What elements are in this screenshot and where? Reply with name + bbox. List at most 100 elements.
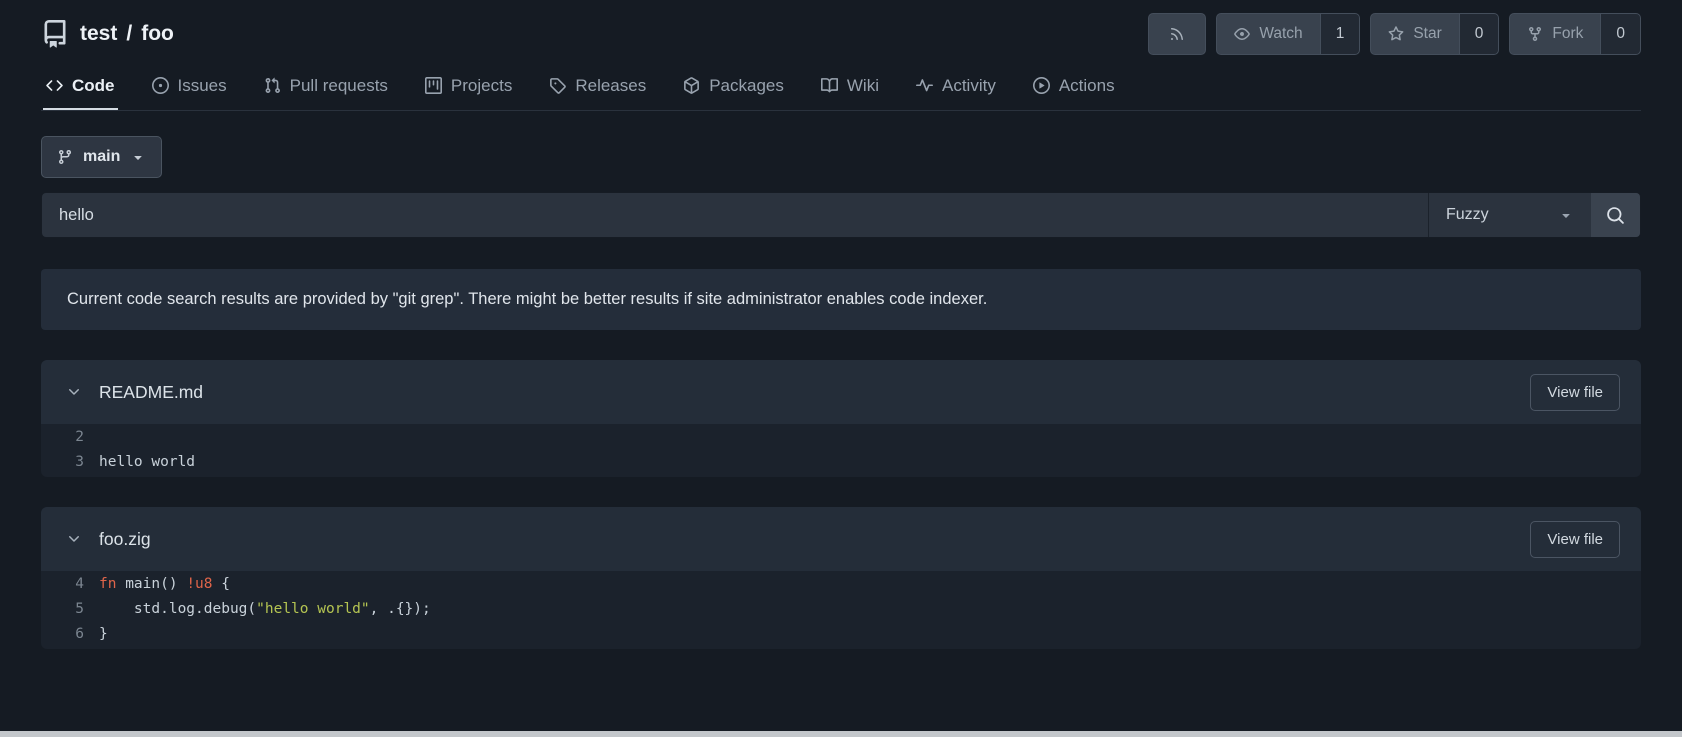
project-icon	[424, 77, 442, 94]
code-search-bar: Fuzzy	[41, 192, 1641, 238]
rss-icon	[1169, 26, 1185, 42]
package-icon	[683, 77, 700, 94]
chevron-down-icon[interactable]	[62, 531, 86, 547]
fork-label: Fork	[1552, 24, 1584, 42]
tab-packages[interactable]: Packages	[680, 63, 787, 110]
tab-activity[interactable]: Activity	[913, 63, 999, 110]
search-icon	[1606, 206, 1625, 225]
fork-count[interactable]: 0	[1600, 13, 1640, 54]
fork-button-group: Fork 0	[1509, 12, 1641, 55]
code-line: 3 hello world	[41, 450, 1641, 475]
rss-feed-button[interactable]	[1148, 12, 1207, 55]
branch-selector-button[interactable]: main	[41, 136, 163, 178]
tab-label: Packages	[709, 75, 784, 95]
code-line: 5 std.log.debug("hello world", .{});	[41, 597, 1641, 622]
code-line: 2	[41, 425, 1641, 450]
result-code-block: 4 fn main() !u8 {5 std.log.debug("hello w…	[41, 571, 1641, 649]
tab-label: Releases	[575, 75, 647, 95]
tab-code[interactable]: Code	[43, 63, 118, 110]
eye-icon	[1234, 26, 1251, 42]
code-line: 4 fn main() !u8 {	[41, 572, 1641, 597]
fork-button[interactable]: Fork	[1510, 14, 1600, 54]
search-mode-dropdown[interactable]: Fuzzy	[1428, 193, 1591, 237]
line-number[interactable]: 2	[41, 425, 99, 450]
chevron-down-icon[interactable]	[62, 384, 86, 400]
page-bottom-strip	[0, 731, 1682, 737]
result-section: README.md View file 2 3 hello world	[41, 360, 1641, 477]
tag-icon	[549, 77, 567, 94]
result-header: foo.zig View file	[41, 507, 1641, 571]
code-segment-string: "hello world"	[256, 601, 370, 617]
line-content: fn main() !u8 {	[99, 572, 230, 597]
tab-projects[interactable]: Projects	[422, 63, 515, 110]
repo-name-link[interactable]: foo	[141, 22, 174, 46]
result-code-block: 2 3 hello world	[41, 424, 1641, 477]
play-icon	[1032, 77, 1050, 94]
caret-down-icon	[130, 149, 146, 165]
search-submit-button[interactable]	[1591, 193, 1640, 237]
branch-row: main	[41, 136, 1641, 178]
page-content: test / foo Watch 1 Star 0 Fork 0 Code Is…	[0, 0, 1682, 649]
tab-label: Code	[72, 75, 115, 95]
view-file-button[interactable]: View file	[1530, 373, 1620, 411]
tab-releases[interactable]: Releases	[546, 63, 649, 110]
repo-title: test / foo	[80, 22, 174, 46]
line-number[interactable]: 6	[41, 622, 99, 647]
search-mode-value: Fuzzy	[1446, 206, 1489, 223]
tab-actions[interactable]: Actions	[1030, 63, 1118, 110]
repo-action-buttons: Watch 1 Star 0 Fork 0	[1148, 12, 1641, 55]
tab-label: Issues	[177, 75, 227, 95]
tab-label: Wiki	[846, 75, 879, 95]
line-number[interactable]: 4	[41, 572, 99, 597]
star-button[interactable]: Star	[1371, 14, 1458, 54]
line-number[interactable]: 3	[41, 450, 99, 475]
repo-owner-link[interactable]: test	[80, 22, 117, 46]
code-line: 6}	[41, 622, 1641, 647]
result-header: README.md View file	[41, 360, 1641, 424]
watch-count[interactable]: 1	[1319, 13, 1360, 54]
watch-label: Watch	[1259, 24, 1303, 42]
git-fork-icon	[1527, 26, 1543, 42]
issue-opened-icon	[151, 77, 169, 94]
search-input[interactable]	[42, 193, 1428, 237]
repo-title-separator: /	[126, 21, 133, 45]
line-content: hello world	[99, 450, 195, 475]
branch-name: main	[83, 148, 121, 165]
git-pull-request-icon	[264, 77, 281, 94]
repo-tab-bar: Code Issues Pull requests Projects Releases P…	[41, 63, 1641, 111]
star-count[interactable]: 0	[1458, 13, 1499, 54]
tab-label: Actions	[1058, 75, 1115, 95]
repo-header: test / foo Watch 1 Star 0 Fork 0	[41, 0, 1641, 55]
dropdown-caret-icon	[1558, 207, 1574, 223]
tab-label: Pull requests	[289, 75, 388, 95]
search-results: README.md View file 2 3 hello world foo.zig Vi…	[41, 360, 1641, 649]
tab-pull-requests[interactable]: Pull requests	[261, 63, 391, 110]
code-segment-default: main()	[116, 576, 187, 592]
repository-icon	[41, 19, 69, 48]
pulse-icon	[916, 77, 933, 94]
book-icon	[820, 77, 838, 94]
star-label: Star	[1413, 24, 1442, 42]
line-content: }	[99, 622, 108, 647]
code-segment-default: hello world	[99, 454, 196, 470]
line-number[interactable]: 5	[41, 597, 99, 622]
git-branch-icon	[57, 149, 73, 165]
tab-issues[interactable]: Issues	[149, 63, 230, 110]
view-file-button[interactable]: View file	[1530, 520, 1620, 558]
watch-button-group: Watch 1	[1216, 12, 1361, 55]
code-segment-keyword: !u8	[186, 576, 213, 592]
code-segment-default: , .{});	[369, 601, 431, 617]
tab-wiki[interactable]: Wiki	[818, 63, 882, 110]
tab-label: Projects	[450, 75, 513, 95]
code-segment-keyword: fn	[99, 576, 117, 592]
git-grep-notice: Current code search results are provided…	[41, 269, 1641, 330]
star-button-group: Star 0	[1370, 12, 1500, 55]
code-icon	[46, 77, 63, 94]
code-segment-default: std.log.debug(	[99, 601, 257, 617]
watch-button[interactable]: Watch	[1217, 14, 1319, 54]
result-filename[interactable]: README.md	[99, 382, 203, 403]
result-filename[interactable]: foo.zig	[99, 529, 151, 550]
star-icon	[1388, 25, 1404, 42]
line-content: std.log.debug("hello world", .{});	[99, 597, 431, 622]
tab-label: Activity	[942, 75, 996, 95]
